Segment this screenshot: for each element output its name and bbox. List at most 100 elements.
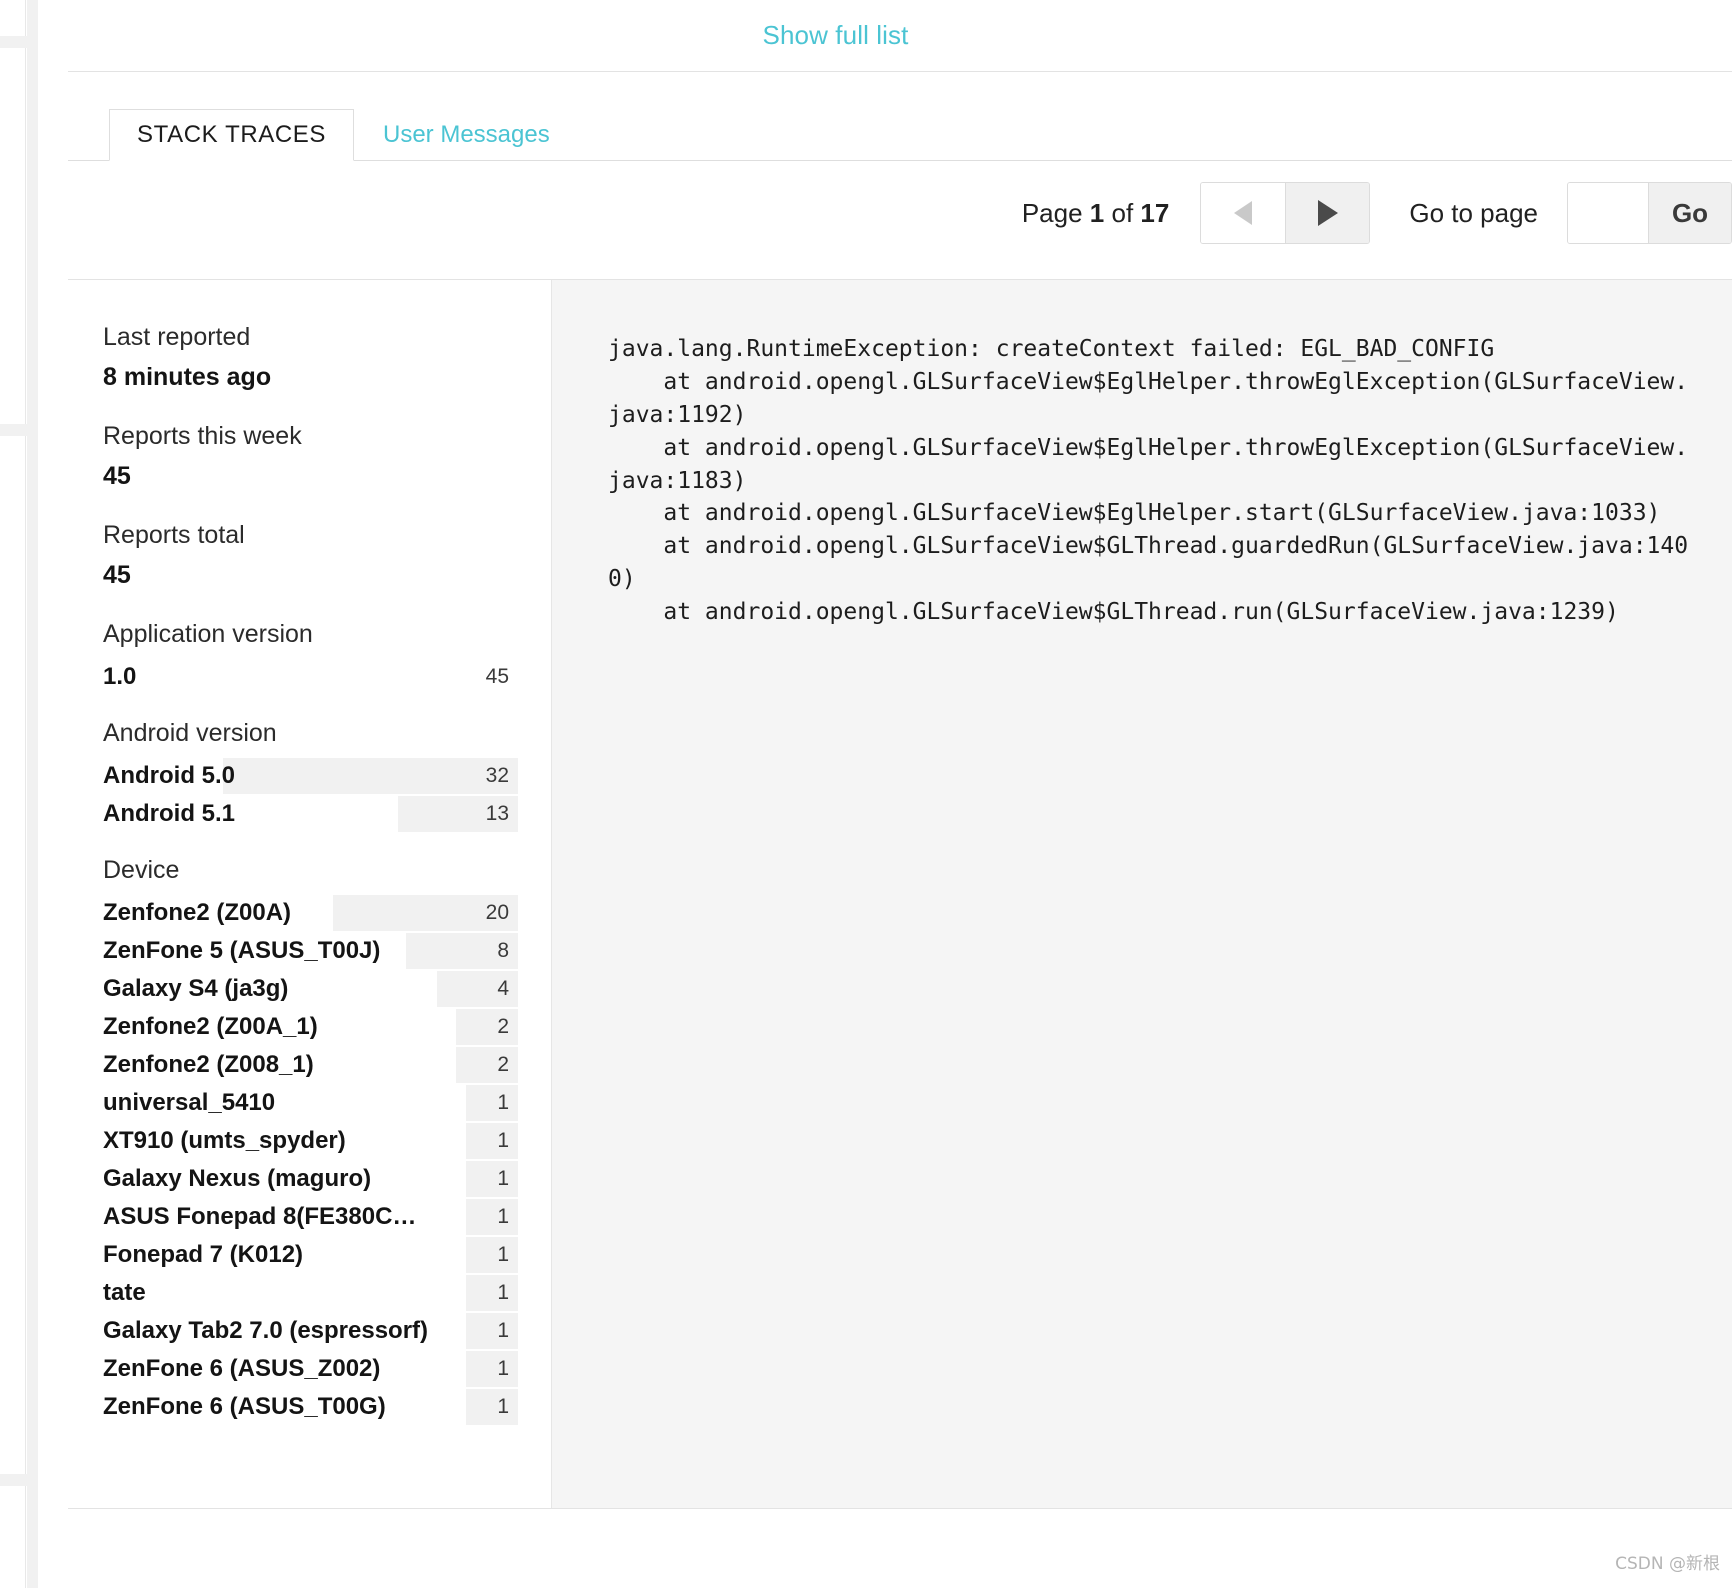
stat-bar-row[interactable]: Galaxy Nexus (maguro) 1 [103, 1161, 518, 1197]
stat-group: Android version Android 5.0 32 Android 5.1 1… [103, 718, 551, 832]
content-area: Show full list STACK TRACES User Message… [39, 0, 1732, 1588]
stat-bar-row[interactable]: ASUS Fonepad 8(FE380C… 1 [103, 1199, 518, 1235]
stat-bar-row[interactable]: Android 5.0 32 [103, 758, 518, 794]
go-button[interactable]: Go [1648, 183, 1731, 243]
stat-value: 45 [103, 561, 131, 589]
stat-bar-row[interactable]: Galaxy S4 (ja3g) 4 [103, 971, 518, 1007]
left-rail-gap-mid [0, 424, 27, 436]
stat-bar-name: Android 5.1 [103, 800, 236, 827]
stat-bar-count: 1 [497, 1357, 509, 1380]
stat-bar-name: Galaxy Tab2 7.0 (espressorf) [103, 1317, 429, 1344]
stat-bar-name: Zenfone2 (Z008_1) [103, 1051, 314, 1078]
stat-group-label: Device [103, 856, 180, 884]
stat-bar-row[interactable]: ZenFone 6 (ASUS_Z002) 1 [103, 1351, 518, 1387]
goto-page-input[interactable] [1568, 183, 1648, 243]
page-current: 1 [1089, 197, 1105, 228]
stat-bar-count: 1 [497, 1205, 509, 1228]
goto-page-group: Go [1567, 182, 1732, 244]
tab-stack-traces-label: STACK TRACES [137, 121, 327, 148]
page-indicator: Page 1 of 17 [1022, 198, 1170, 229]
stat-bar-name: Zenfone2 (Z00A) [103, 899, 292, 926]
watermark: CSDN @新根 [1615, 1554, 1720, 1574]
stat-bar-count: 1 [497, 1243, 509, 1266]
stat-bar-row[interactable]: Zenfone2 (Z00A) 20 [103, 895, 518, 931]
stat-bar-count: 1 [497, 1395, 509, 1418]
stat-group-label: Application version [103, 620, 313, 648]
main-split: Last reported 8 minutes ago Reports this w… [68, 280, 1732, 1508]
stat-bar-row[interactable]: ZenFone 5 (ASUS_T00J) 8 [103, 933, 518, 969]
stat-bar-count: 1 [497, 1281, 509, 1304]
page-of: of [1111, 197, 1134, 228]
groups-host: Application version 1.0 45 Android version A… [103, 619, 551, 1425]
next-page-button[interactable] [1285, 183, 1370, 243]
divider-bottom [68, 1508, 1732, 1509]
stat-bar-row[interactable]: Zenfone2 (Z00A_1) 2 [103, 1009, 518, 1045]
stack-trace-panel: java.lang.RuntimeException: createContex… [552, 280, 1732, 1508]
tab-user-messages[interactable]: User Messages [365, 109, 568, 161]
prev-page-button[interactable] [1201, 183, 1286, 243]
triangle-left-icon [1234, 201, 1253, 225]
stat-bar-count: 8 [497, 939, 509, 962]
app-root: Show full list STACK TRACES User Message… [0, 0, 1732, 1588]
stat-bar-name: Galaxy Nexus (maguro) [103, 1165, 372, 1192]
stat-bar-name: Zenfone2 (Z00A_1) [103, 1013, 318, 1040]
stack-trace-text: java.lang.RuntimeException: createContex… [608, 336, 1689, 625]
stat-bar-name: ZenFone 6 (ASUS_T00G) [103, 1393, 386, 1420]
stat-bar-row[interactable]: XT910 (umts_spyder) 1 [103, 1123, 518, 1159]
stat-bar-count: 4 [497, 977, 509, 1000]
stat-bar-count: 20 [485, 901, 509, 924]
stat-bar-count: 13 [485, 802, 509, 825]
show-full-list-row: Show full list [39, 0, 1732, 71]
divider-top [68, 71, 1732, 72]
stat-bar-name: Fonepad 7 (K012) [103, 1241, 304, 1268]
stat-bar-count: 1 [497, 1091, 509, 1114]
stat-bar-name: 1.0 [103, 663, 137, 690]
stat-group: Application version 1.0 45 [103, 619, 551, 695]
show-full-list-link[interactable]: Show full list [763, 20, 1009, 51]
stat-bar-name: ZenFone 5 (ASUS_T00J) [103, 937, 381, 964]
stat-bar-name: Galaxy S4 (ja3g) [103, 975, 289, 1002]
stat-bar-count: 45 [485, 665, 509, 688]
report-summary-sidebar: Last reported 8 minutes ago Reports this w… [68, 280, 552, 1508]
stat-bar-name: Android 5.0 [103, 762, 236, 789]
tab-user-messages-label: User Messages [383, 121, 550, 148]
goto-page-label: Go to page [1409, 197, 1538, 228]
stat-bar-name: tate [103, 1279, 146, 1306]
stat-value: 45 [103, 462, 131, 490]
page-total: 17 [1140, 197, 1170, 228]
left-rail-outer [0, 0, 26, 1588]
stat-bar-row[interactable]: universal_5410 1 [103, 1085, 518, 1121]
left-rail-gap-top [0, 36, 27, 48]
stat-bar-name: universal_5410 [103, 1089, 276, 1116]
page-prefix: Page [1021, 197, 1083, 228]
triangle-right-icon [1317, 200, 1338, 226]
stat-bar-name: ZenFone 6 (ASUS_Z002) [103, 1355, 381, 1382]
stat-bar-row[interactable]: 1.0 45 [103, 659, 518, 695]
page-nav-buttons [1200, 182, 1371, 244]
stat-bar-count: 1 [497, 1167, 509, 1190]
stat-bar-row[interactable]: Android 5.1 13 [103, 796, 518, 832]
stat-bar-count: 32 [485, 764, 509, 787]
stat-label: Reports this week [103, 422, 302, 450]
stat-bar-count: 1 [497, 1319, 509, 1342]
stat-label: Reports total [103, 521, 245, 549]
stat-bar-row[interactable]: Zenfone2 (Z008_1) 2 [103, 1047, 518, 1083]
tab-bar: STACK TRACES User Messages [68, 109, 1732, 161]
stat-value: 8 minutes ago [103, 363, 272, 391]
stat-group-label: Android version [103, 719, 277, 747]
pagination-bar: Page 1 of 17 Go to page Go [1022, 175, 1732, 251]
stat-bar-row[interactable]: tate 1 [103, 1275, 518, 1311]
stat-bar-row[interactable]: Galaxy Tab2 7.0 (espressorf) 1 [103, 1313, 518, 1349]
stat-bar-name: ASUS Fonepad 8(FE380C… [103, 1203, 417, 1230]
stat-bar-count: 2 [497, 1015, 509, 1038]
stat-bar-count: 2 [497, 1053, 509, 1076]
stat-group: Device Zenfone2 (Z00A) 20 ZenFone 5 (ASUS_T… [103, 855, 551, 1425]
stat-bar-row[interactable]: Fonepad 7 (K012) 1 [103, 1237, 518, 1273]
stat-bar-row[interactable]: ZenFone 6 (ASUS_T00G) 1 [103, 1389, 518, 1425]
stat-bar-name: XT910 (umts_spyder) [103, 1127, 346, 1154]
stats-host: Last reported 8 minutes ago Reports this w… [103, 322, 551, 590]
stat-bar-count: 1 [497, 1129, 509, 1152]
left-rail-gap-bottom [0, 1474, 27, 1486]
tab-stack-traces[interactable]: STACK TRACES [109, 109, 355, 161]
left-rail-strip [27, 0, 38, 1588]
